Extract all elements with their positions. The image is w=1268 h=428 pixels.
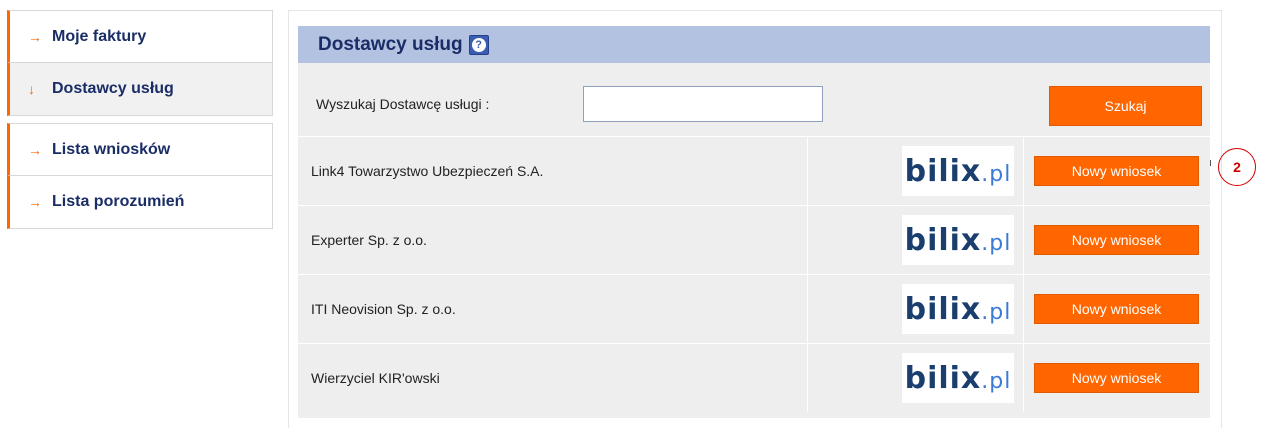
provider-logo-cell: bilix.pl [808, 275, 1024, 343]
table-row: ITI Neovision Sp. z o.o. bilix.pl Nowy w… [298, 274, 1210, 343]
provider-action-cell: Nowy wniosek [1024, 137, 1210, 205]
new-request-button[interactable]: Nowy wniosek [1034, 294, 1199, 324]
annotation-marker: 2 [1218, 148, 1256, 186]
new-request-button[interactable]: Nowy wniosek [1034, 363, 1199, 393]
search-input[interactable] [583, 86, 823, 122]
sidebar: → Moje faktury ↓ Dostawcy usług → Lista … [7, 10, 273, 229]
sidebar-item-label: Moje faktury [52, 27, 147, 45]
page-title: Dostawcy usług [318, 33, 463, 55]
providers-list: Link4 Towarzystwo Ubezpieczeń S.A. bilix… [298, 136, 1210, 412]
provider-name: ITI Neovision Sp. z o.o. [298, 275, 808, 343]
new-request-button[interactable]: Nowy wniosek [1034, 225, 1199, 255]
arrow-right-icon: → [28, 28, 42, 45]
table-row: Wierzyciel KIR'owski bilix.pl Nowy wnios… [298, 343, 1210, 412]
sidebar-item-label: Lista porozumień [52, 193, 185, 210]
search-label: Wyszukaj Dostawcę usługi : [316, 96, 490, 112]
bilix-logo: bilix.pl [902, 146, 1014, 196]
new-request-button[interactable]: Nowy wniosek [1034, 156, 1199, 186]
provider-name: Experter Sp. z o.o. [298, 206, 808, 274]
arrow-down-icon: ↓ [28, 81, 35, 97]
provider-action-cell: Nowy wniosek [1024, 206, 1210, 274]
panel-header: Dostawcy usług ? [298, 26, 1210, 63]
sidebar-item-label: Lista wniosków [52, 140, 171, 158]
provider-name: Link4 Towarzystwo Ubezpieczeń S.A. [298, 137, 808, 205]
provider-logo-cell: bilix.pl [808, 344, 1024, 412]
table-row: Link4 Towarzystwo Ubezpieczeń S.A. bilix… [298, 136, 1210, 205]
arrow-right-icon: → [28, 194, 42, 210]
provider-action-cell: Nowy wniosek [1024, 275, 1210, 343]
table-row: Experter Sp. z o.o. bilix.pl Nowy wniose… [298, 205, 1210, 274]
provider-logo-cell: bilix.pl [808, 206, 1024, 274]
sidebar-item-lista-wnioskow[interactable]: → Lista wniosków [7, 123, 273, 176]
help-question-icon[interactable]: ? [468, 34, 489, 55]
arrow-right-icon: → [28, 141, 42, 158]
bilix-logo: bilix.pl [902, 353, 1014, 403]
provider-logo-cell: bilix.pl [808, 137, 1024, 205]
search-button[interactable]: Szukaj [1049, 86, 1202, 126]
annotation-tick [1210, 160, 1211, 166]
provider-action-cell: Nowy wniosek [1024, 344, 1210, 412]
sidebar-item-dostawcy-uslug[interactable]: ↓ Dostawcy usług [7, 63, 273, 116]
bilix-logo: bilix.pl [902, 284, 1014, 334]
sidebar-item-lista-porozumien[interactable]: → Lista porozumień [7, 176, 273, 229]
provider-name: Wierzyciel KIR'owski [298, 344, 808, 412]
sidebar-item-moje-faktury[interactable]: → Moje faktury [7, 10, 273, 63]
bilix-logo: bilix.pl [902, 215, 1014, 265]
sidebar-item-label: Dostawcy usług [52, 80, 174, 97]
